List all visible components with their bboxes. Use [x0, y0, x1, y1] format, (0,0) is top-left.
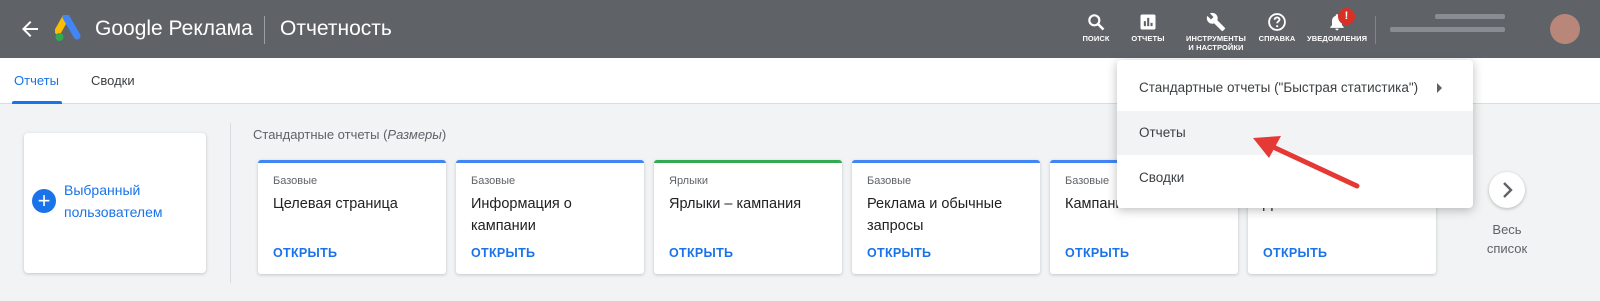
- menu-item-dashboards[interactable]: Сводки: [1117, 156, 1473, 200]
- card-title: Целевая страница: [273, 196, 398, 212]
- open-link[interactable]: ОТКРЫТЬ: [1263, 246, 1327, 260]
- menu-item-standard-reports[interactable]: Стандартные отчеты ("Быстрая статистика"…: [1117, 66, 1473, 110]
- avatar[interactable]: [1550, 14, 1580, 44]
- brand-name: Google Реклама: [95, 17, 253, 40]
- card-accent: [654, 160, 842, 163]
- open-link[interactable]: ОТКРЫТЬ: [669, 246, 733, 260]
- menu-item-reports[interactable]: Отчеты: [1117, 111, 1473, 155]
- submenu-arrow-icon: [1437, 83, 1442, 93]
- reports-dropdown-menu: Стандартные отчеты ("Быстрая статистика"…: [1117, 60, 1473, 208]
- open-link[interactable]: ОТКРЫТЬ: [867, 246, 931, 260]
- open-link[interactable]: ОТКРЫТЬ: [273, 246, 337, 260]
- standard-reports-heading-italic: Размеры: [387, 127, 442, 142]
- report-card[interactable]: Базовые Реклама и обычные запросы ОТКРЫТ…: [852, 160, 1040, 274]
- search-icon: [1088, 14, 1105, 31]
- report-card[interactable]: Базовые Целевая страница ОТКРЫТЬ: [258, 160, 446, 274]
- chevron-right-icon: [1503, 182, 1513, 198]
- bar-chart-icon: [1140, 14, 1156, 30]
- standard-reports-heading-end: ): [441, 127, 447, 142]
- open-link[interactable]: ОТКРЫТЬ: [1065, 246, 1129, 260]
- toolbar-divider: [1375, 16, 1376, 44]
- google-ads-logo: [55, 15, 81, 41]
- view-all-link[interactable]: Весь список: [1478, 220, 1536, 258]
- card-category: Базовые: [867, 175, 912, 187]
- help-label: СПРАВКА: [1258, 34, 1296, 43]
- reports-label: ОТЧЕТЫ: [1131, 34, 1165, 43]
- notifications-button[interactable]: ! УВЕДОМЛЕНИЯ: [1307, 8, 1368, 44]
- notification-badge: !: [1338, 8, 1355, 25]
- search-button[interactable]: ПОИСК: [1076, 12, 1116, 44]
- search-label: ПОИСК: [1082, 34, 1110, 43]
- wrench-icon: [1206, 12, 1226, 32]
- card-category: Ярлыки: [669, 175, 708, 187]
- active-tab-indicator: [12, 101, 62, 104]
- card-accent: [258, 160, 446, 163]
- account-id-redacted: [1435, 14, 1505, 19]
- notifications-label: УВЕДОМЛЕНИЯ: [1307, 34, 1368, 43]
- open-link[interactable]: ОТКРЫТЬ: [471, 246, 535, 260]
- reports-button[interactable]: ОТЧЕТЫ: [1128, 12, 1168, 44]
- custom-reports-label: Выбранный пользователем: [64, 182, 163, 220]
- help-button[interactable]: СПРАВКА: [1255, 12, 1299, 44]
- card-title: Информация о кампании: [471, 196, 572, 234]
- report-card[interactable]: Базовые Информация о кампании ОТКРЫТЬ: [456, 160, 644, 274]
- report-card[interactable]: Ярлыки Ярлыки – кампания ОТКРЫТЬ: [654, 160, 842, 274]
- card-accent: [456, 160, 644, 163]
- menu-item-label: Отчеты: [1139, 125, 1186, 140]
- section-divider: [230, 123, 231, 283]
- card-category: Базовые: [471, 175, 516, 187]
- help-icon: [1268, 13, 1286, 31]
- tools-settings-button[interactable]: ИНСТРУМЕНТЫ И НАСТРОЙКИ: [1186, 12, 1246, 52]
- card-category: Базовые: [273, 175, 318, 187]
- tab-dashboards[interactable]: Сводки: [91, 73, 135, 88]
- tab-reports[interactable]: Отчеты: [14, 73, 59, 88]
- plus-circle-icon: +: [32, 189, 56, 213]
- card-title: Реклама и обычные запросы: [867, 196, 1003, 234]
- arrow-left-icon[interactable]: [18, 17, 42, 41]
- card-category: Базовые: [1065, 175, 1110, 187]
- card-title: Ярлыки – кампания: [669, 196, 802, 212]
- page-title: Отчетность: [280, 17, 392, 40]
- tools-settings-label: ИНСТРУМЕНТЫ И НАСТРОЙКИ: [1186, 34, 1246, 52]
- header-divider: [264, 16, 265, 44]
- menu-item-label: Сводки: [1139, 170, 1185, 185]
- top-bar: Google Реклама Отчетность ПОИСК ОТЧЕТЫ И…: [0, 0, 1600, 58]
- standard-reports-heading: Стандартные отчеты (Размеры): [253, 127, 446, 142]
- account-info[interactable]: [1390, 14, 1515, 40]
- custom-reports-card[interactable]: + Выбранный пользователем: [24, 133, 206, 273]
- menu-item-label: Стандартные отчеты ("Быстрая статистика"…: [1139, 80, 1419, 95]
- account-email-redacted: [1390, 27, 1505, 32]
- next-cards-button[interactable]: [1489, 172, 1525, 208]
- card-accent: [852, 160, 1040, 163]
- standard-reports-heading-text: Стандартные отчеты (: [253, 127, 388, 142]
